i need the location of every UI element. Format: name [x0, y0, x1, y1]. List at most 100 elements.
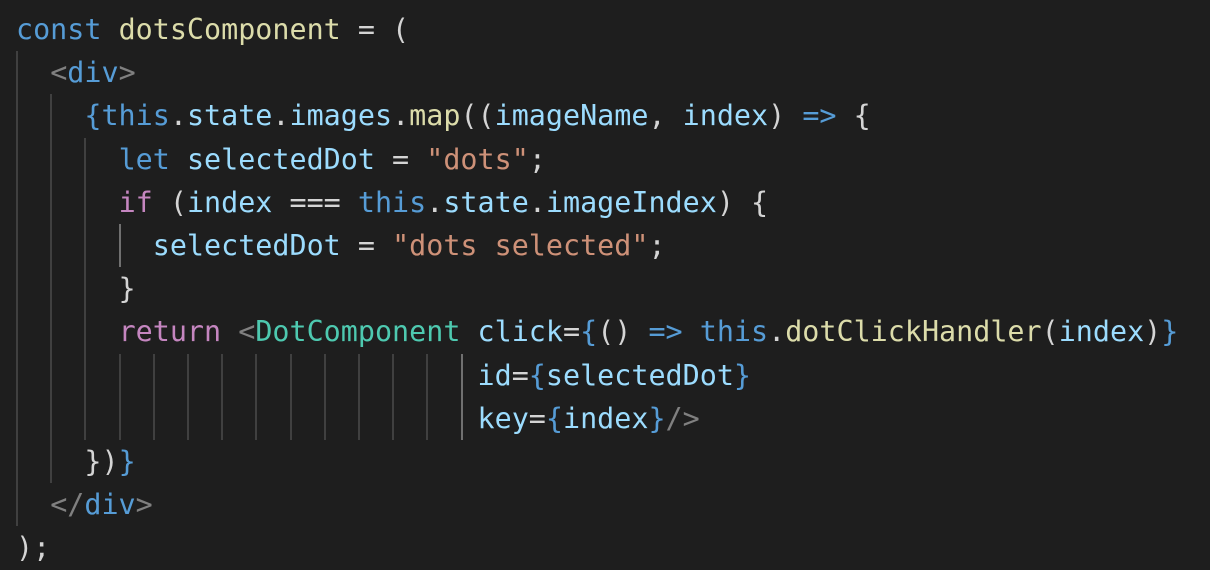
code-token: images [289, 99, 393, 133]
code-token: this [699, 315, 769, 349]
code-token: click [477, 315, 563, 349]
code-token: ; [528, 142, 546, 176]
code-token: ( [152, 185, 187, 219]
code-line[interactable]: {this.state.images.map((imageName, index… [16, 94, 871, 137]
code-token: } [648, 401, 666, 435]
code-token: = [528, 401, 546, 435]
code-token: </ [50, 488, 85, 522]
code-token: state [443, 185, 529, 219]
code-token: . [426, 185, 444, 219]
code-token: map [409, 99, 461, 133]
code-token: "dots" [426, 142, 529, 176]
code-token: => [648, 315, 683, 349]
code-line[interactable]: </div> [16, 483, 153, 526]
code-token: this [357, 185, 427, 219]
code-token: { [84, 99, 102, 133]
code-line[interactable]: const dotsComponent = ( [16, 8, 409, 51]
code-token: if [118, 185, 153, 219]
code-line[interactable]: let selectedDot = "dots"; [16, 138, 546, 181]
code-token: < [50, 56, 68, 90]
code-line[interactable]: return <DotComponent click={() => this.d… [16, 310, 1179, 353]
code-editor[interactable]: const dotsComponent = ( <div> {this.stat… [0, 0, 1210, 570]
code-token: selectedDot [545, 358, 734, 392]
code-token: { [580, 315, 598, 349]
code-token: state [186, 99, 273, 133]
code-token: (( [460, 99, 495, 133]
code-token: () [597, 315, 649, 349]
code-token: = [563, 315, 581, 349]
code-token: { [836, 99, 871, 133]
code-token: = ( [340, 13, 410, 46]
code-token: ; [648, 229, 666, 262]
code-token: DotComponent [255, 315, 461, 349]
code-token: div [84, 488, 136, 522]
code-token: ) [1144, 315, 1162, 349]
code-line[interactable]: id={selectedDot} [16, 354, 752, 397]
code-token: "dots selected" [392, 229, 649, 262]
code-token: } [16, 272, 136, 306]
code-token: index [682, 99, 769, 133]
code-token: } [1161, 315, 1179, 349]
code-token: => [802, 99, 837, 133]
code-token: } [118, 445, 136, 478]
code-token: . [169, 99, 187, 133]
code-token: } [733, 358, 752, 392]
code-token: dotsComponent [118, 13, 341, 46]
code-token: dotClickHandler [785, 315, 1042, 349]
code-token: imageName [494, 99, 649, 133]
code-token: }) [84, 445, 119, 478]
code-token: ) { [716, 185, 769, 219]
code-token: index [562, 401, 649, 435]
code-line[interactable]: if (index === this.state.imageIndex) { [16, 181, 769, 224]
code-token: > [118, 56, 136, 90]
code-token: . [528, 185, 546, 219]
code-token: index [1058, 315, 1145, 349]
code-token: , [648, 99, 683, 133]
code-token: . [272, 99, 290, 133]
code-token: { [528, 358, 546, 392]
code-line[interactable]: ); [16, 526, 50, 569]
code-token: key [477, 401, 529, 435]
code-token: imageIndex [545, 185, 717, 219]
code-token: < [238, 315, 256, 349]
code-token: . [392, 99, 410, 133]
code-token: ( [1041, 315, 1059, 349]
code-line[interactable]: <div> [16, 51, 136, 94]
code-token: const [16, 13, 102, 46]
code-token: = [511, 358, 529, 392]
code-token: this [101, 99, 170, 133]
code-token: let [118, 142, 170, 176]
code-token: selectedDot [186, 142, 375, 176]
code-line[interactable]: key={index}/> [16, 397, 700, 440]
code-token: return [118, 315, 222, 349]
code-line[interactable]: })} [16, 440, 136, 483]
code-line[interactable]: selectedDot = "dots selected"; [16, 224, 666, 267]
code-token: id [477, 358, 512, 392]
code-token: = [374, 142, 427, 176]
code-token: ) [768, 99, 803, 133]
code-token: selectedDot [152, 229, 341, 262]
code-token: > [135, 488, 153, 522]
code-token: ); [16, 531, 51, 565]
code-token: { [545, 401, 563, 435]
code-token: = [340, 229, 393, 262]
code-token: index [186, 185, 273, 219]
code-token: /> [665, 401, 700, 435]
code-line[interactable]: } [16, 267, 136, 310]
code-token: div [67, 56, 119, 90]
